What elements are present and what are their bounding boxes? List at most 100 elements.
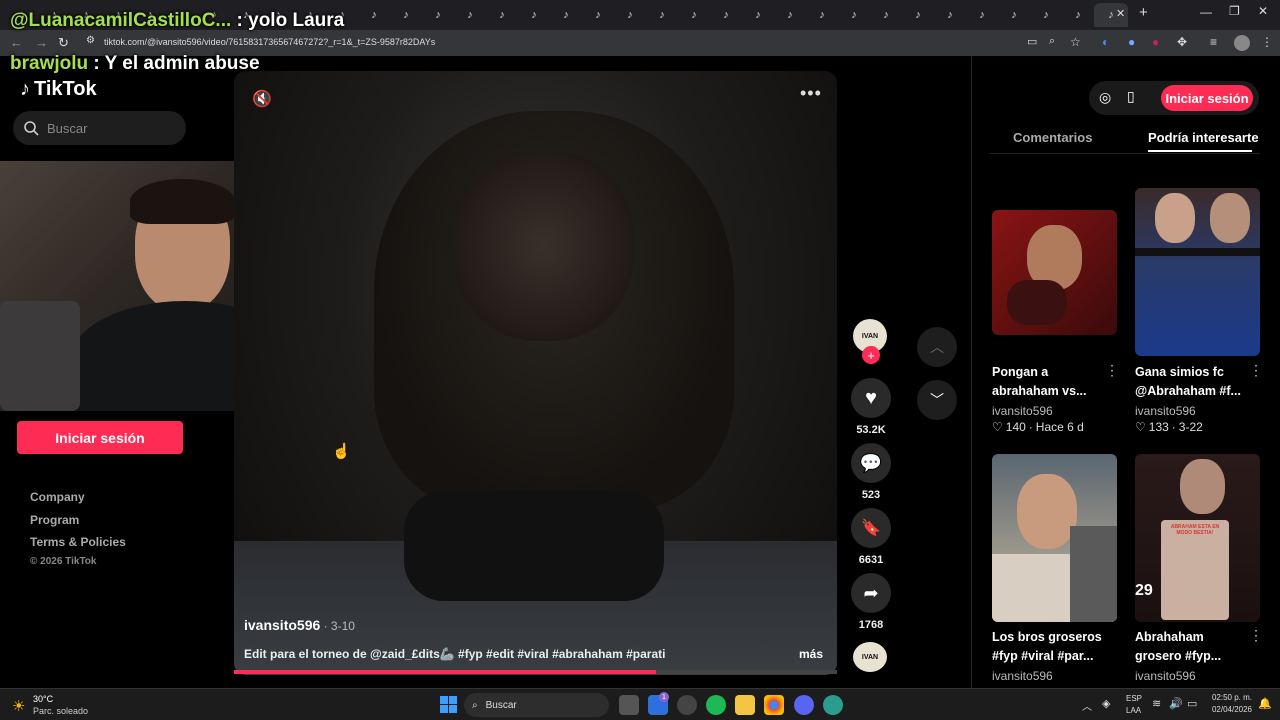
video-thumbnail[interactable] xyxy=(992,210,1117,335)
tiktok-logo[interactable]: ♪ TikTok xyxy=(20,78,97,101)
language-layout[interactable]: LAA xyxy=(1126,706,1141,715)
file-explorer-icon[interactable] xyxy=(735,695,755,715)
extensions-puzzle-icon[interactable]: ✥ xyxy=(1177,35,1187,49)
browser-tab[interactable]: ♪ xyxy=(1062,3,1094,27)
tray-icon[interactable]: ◈ xyxy=(1102,697,1110,710)
url-text[interactable]: tiktok.com/@ivansito596/video/7615831736… xyxy=(104,37,435,47)
card-author[interactable]: ivansito596 xyxy=(992,669,1053,681)
browser-tab[interactable]: ♪ xyxy=(934,3,966,27)
notifications-bell-icon[interactable]: 🔔 xyxy=(1258,697,1272,710)
mobile-icon[interactable]: ▯ xyxy=(1127,88,1135,105)
task-view-icon[interactable] xyxy=(619,695,639,715)
weather-temp[interactable]: 30°C xyxy=(33,694,53,704)
minimize-icon[interactable]: — xyxy=(1200,5,1212,19)
start-windows-icon[interactable] xyxy=(440,696,457,713)
taskbar-search[interactable]: ⌕ Buscar xyxy=(464,693,609,717)
footer-link-company[interactable]: Company xyxy=(30,490,85,504)
search-input[interactable]: Buscar xyxy=(13,111,186,145)
video-thumbnail[interactable]: ABRAHAM ESTA EN MODO BESTIA! 29 xyxy=(1135,454,1260,622)
login-button-sidebar[interactable]: Iniciar sesión xyxy=(17,421,183,454)
more-caption-link[interactable]: más xyxy=(799,647,823,661)
compass-icon[interactable]: ◎ xyxy=(1099,89,1111,106)
extension-icon[interactable]: ◐ xyxy=(1102,35,1109,49)
card-title[interactable]: Pongan a abrahaham vs... xyxy=(992,363,1102,401)
restore-icon[interactable]: ❐ xyxy=(1229,4,1240,18)
battery-icon[interactable]: ▭ xyxy=(1187,697,1197,710)
discord-icon[interactable] xyxy=(794,695,814,715)
cast-icon[interactable]: ▭ xyxy=(1027,35,1037,48)
browser-tab[interactable]: ♪ xyxy=(582,3,614,27)
wifi-icon[interactable]: ≋ xyxy=(1152,697,1161,710)
browser-tab[interactable]: ♪ xyxy=(678,3,710,27)
card-menu-icon[interactable]: ⋮ xyxy=(1105,362,1119,379)
github-icon[interactable] xyxy=(677,695,697,715)
mute-icon[interactable]: 🔇 xyxy=(252,89,272,109)
previous-video-button[interactable]: ︿ xyxy=(917,327,957,367)
video-thumbnail[interactable] xyxy=(1135,188,1260,356)
browser-tab[interactable]: ♪ xyxy=(838,3,870,27)
spotify-icon[interactable] xyxy=(706,695,726,715)
browser-tab[interactable]: ♪ xyxy=(550,3,582,27)
clock-date[interactable]: 02/04/2026 xyxy=(1208,705,1252,714)
language-indicator[interactable]: ESP xyxy=(1126,694,1142,703)
card-title[interactable]: Los bros groseros #fyp #viral #par... xyxy=(992,628,1102,666)
volume-icon[interactable]: 🔊 xyxy=(1169,697,1183,710)
tab-comments[interactable]: Comentarios xyxy=(1013,130,1092,145)
music-disc-avatar[interactable]: IVAN xyxy=(853,642,887,672)
back-icon[interactable]: ← xyxy=(10,35,23,50)
card-menu-icon[interactable]: ⋮ xyxy=(1249,362,1263,379)
browser-tab[interactable]: ♪ xyxy=(358,3,390,27)
browser-tab[interactable]: ♪ xyxy=(454,3,486,27)
forward-icon[interactable]: → xyxy=(35,35,48,50)
browser-tab[interactable]: ♪ xyxy=(774,3,806,27)
new-tab-button[interactable]: + xyxy=(1139,4,1148,21)
browser-tab[interactable]: ♪ xyxy=(806,3,838,27)
weather-desc[interactable]: Parc. soleado xyxy=(33,706,88,716)
share-button[interactable]: ➦ xyxy=(851,573,891,613)
clock-time[interactable]: 02:50 p. m. xyxy=(1208,693,1252,702)
close-window-icon[interactable]: ✕ xyxy=(1258,4,1268,18)
card-title[interactable]: Abrahaham grosero #fyp... xyxy=(1135,628,1245,666)
card-author[interactable]: ivansito596 xyxy=(992,404,1053,418)
next-video-button[interactable]: ﹀ xyxy=(917,380,957,420)
footer-link-program[interactable]: Program xyxy=(30,513,79,527)
browser-tab[interactable]: ♪ xyxy=(1030,3,1062,27)
browser-tab[interactable]: ♪ xyxy=(998,3,1030,27)
zoom-icon[interactable]: ⌕ xyxy=(1049,35,1055,48)
app-icon[interactable] xyxy=(823,695,843,715)
video-author[interactable]: ivansito596 xyxy=(244,617,320,633)
close-tab-icon[interactable]: ✕ xyxy=(1116,7,1125,20)
video-player[interactable]: 🔇 ••• ivansito596 · 3-10 Edit para el to… xyxy=(234,71,837,675)
card-title[interactable]: Gana simios fc @Abrahaham #f... xyxy=(1135,363,1245,401)
browser-tab[interactable]: ♪ xyxy=(422,3,454,27)
card-author[interactable]: ivansito596 xyxy=(1135,669,1196,681)
follow-plus-icon[interactable]: + xyxy=(862,346,880,364)
profile-avatar[interactable] xyxy=(1234,35,1250,51)
browser-tab[interactable]: ♪ xyxy=(518,3,550,27)
menu-kebab-icon[interactable]: ⋮ xyxy=(1261,35,1273,49)
footer-link-terms[interactable]: Terms & Policies xyxy=(30,535,126,549)
browser-tab[interactable]: ♪ xyxy=(710,3,742,27)
comment-button[interactable]: 💬 xyxy=(851,443,891,483)
chevron-up-icon[interactable]: ︿ xyxy=(1082,698,1092,713)
browser-tab[interactable]: ♪ xyxy=(870,3,902,27)
chrome-icon[interactable] xyxy=(764,695,784,715)
tab-you-may-like[interactable]: Podría interesarte xyxy=(1148,130,1258,145)
browser-tab[interactable]: ♪ xyxy=(902,3,934,27)
card-author[interactable]: ivansito596 xyxy=(1135,404,1196,418)
browser-tab[interactable]: ♪ xyxy=(390,3,422,27)
weather-icon[interactable]: ☀ xyxy=(12,697,25,715)
more-options-icon[interactable]: ••• xyxy=(800,83,822,104)
login-button-header[interactable]: Iniciar sesión xyxy=(1161,85,1253,111)
reload-icon[interactable]: ↻ xyxy=(58,35,69,51)
reading-list-icon[interactable]: ≡ xyxy=(1210,35,1217,49)
browser-tab[interactable]: ♪ xyxy=(614,3,646,27)
save-button[interactable]: 🔖 xyxy=(851,508,891,548)
extension-icon[interactable]: ● xyxy=(1128,35,1135,49)
video-thumbnail[interactable] xyxy=(992,454,1117,622)
bookmark-star-icon[interactable]: ☆ xyxy=(1070,35,1081,49)
like-button[interactable]: ♥ xyxy=(851,378,891,418)
site-info-icon[interactable]: ⚙ xyxy=(86,35,95,46)
browser-tab[interactable]: ♪ xyxy=(486,3,518,27)
browser-tab[interactable]: ♪ xyxy=(646,3,678,27)
